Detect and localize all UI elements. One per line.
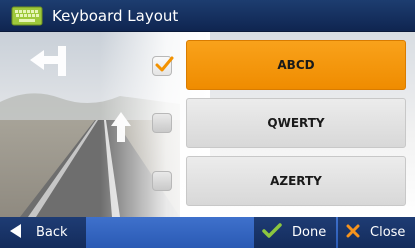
checkmark-icon	[155, 56, 174, 72]
checkmark-icon	[262, 222, 282, 243]
checkbox-qwerty[interactable]	[152, 113, 172, 133]
close-label: Close	[370, 225, 406, 240]
done-button[interactable]: Done	[254, 217, 336, 248]
option-qwerty[interactable]: QWERTY	[186, 98, 406, 148]
option-abcd[interactable]: ABCD	[186, 40, 406, 90]
back-label: Back	[36, 225, 68, 240]
close-icon	[346, 224, 360, 242]
back-arrow-icon	[10, 223, 22, 242]
title-bar: Keyboard Layout	[0, 0, 415, 32]
done-label: Done	[292, 225, 327, 240]
option-azerty[interactable]: AZERTY	[186, 156, 406, 206]
keyboard-icon	[10, 5, 44, 27]
bottom-toolbar: Back Done Close	[0, 217, 415, 248]
option-label: QWERTY	[267, 116, 325, 130]
close-button[interactable]: Close	[338, 217, 415, 248]
option-label: ABCD	[277, 58, 315, 72]
option-label: AZERTY	[270, 174, 322, 188]
checkbox-azerty[interactable]	[152, 171, 172, 191]
page-title: Keyboard Layout	[52, 6, 179, 25]
back-button[interactable]: Back	[0, 217, 86, 248]
checkbox-abcd[interactable]	[152, 56, 174, 76]
